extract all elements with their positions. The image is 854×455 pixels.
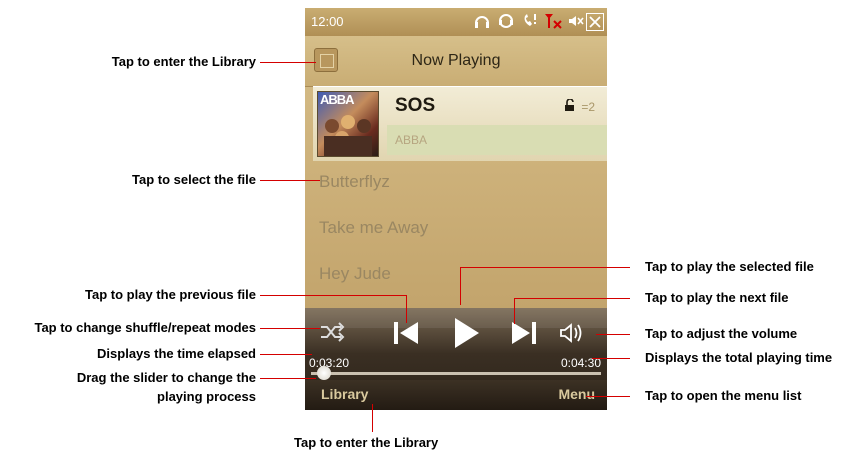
library-softkey[interactable]: Library: [321, 386, 368, 402]
callout-line: [260, 180, 320, 181]
softkey-bar: Library Menu: [305, 380, 607, 410]
callout-line: [260, 328, 320, 329]
album-art: ABBA: [317, 91, 379, 157]
playback-controls: 0:03:20 0:04:30 Library Menu: [305, 308, 607, 410]
callout-previous: Tap to play the previous file: [85, 287, 256, 302]
progress-track[interactable]: [311, 372, 601, 375]
close-icon[interactable]: [586, 13, 604, 31]
song-title: SOS: [395, 95, 436, 116]
callout-next: Tap to play the next file: [645, 290, 789, 305]
title-bar: Now Playing: [305, 36, 607, 87]
callout-line: [260, 295, 406, 296]
no-signal-icon: [543, 12, 562, 30]
mute-icon: [567, 12, 585, 30]
callout-slider-line2: playing process: [157, 389, 256, 404]
headset-icon: [497, 12, 515, 30]
callout-line: [592, 358, 630, 359]
callout-line: [586, 396, 630, 397]
callout-shuffle: Tap to change shuffle/repeat modes: [34, 320, 256, 335]
callout-line: [460, 267, 630, 268]
phone-screen: 12:00 Now Playing ABBA SOS ABBA =2 Butte…: [305, 8, 607, 410]
current-track[interactable]: ABBA SOS ABBA =2: [313, 86, 607, 161]
play-button[interactable]: [451, 316, 481, 355]
lock-icon: [564, 98, 581, 114]
callout-elapsed: Displays the time elapsed: [97, 346, 256, 361]
page-title: Now Playing: [411, 52, 501, 69]
callout-slider-line1: Drag the slider to change the: [76, 370, 256, 385]
callout-play: Tap to play the selected file: [645, 259, 814, 274]
phone-icon: [521, 12, 539, 30]
clock: 12:00: [311, 14, 344, 29]
playlist-item[interactable]: Butterflyz: [319, 172, 390, 192]
callout-line: [260, 62, 316, 63]
callout-line: [260, 354, 312, 355]
playlist-item[interactable]: Hey Jude: [319, 264, 391, 284]
callout-line: [406, 295, 407, 323]
progress-slider-thumb[interactable]: [316, 366, 331, 380]
callout-line: [514, 298, 515, 324]
callout-library-icon: Tap to enter the Library: [111, 54, 256, 69]
lock-indicator: =2: [564, 98, 595, 114]
menu-softkey[interactable]: Menu: [558, 386, 595, 402]
callout-volume: Tap to adjust the volume: [645, 326, 798, 341]
callout-library-softkey: Tap to enter the Library: [294, 435, 439, 450]
lock-count: =2: [581, 100, 595, 114]
callout-select-file: Tap to select the file: [131, 172, 256, 187]
callout-line: [372, 404, 373, 432]
headphones-icon: [473, 12, 491, 30]
callout-line: [460, 267, 461, 305]
callout-line: [596, 334, 630, 335]
artist-name: ABBA: [395, 133, 428, 147]
volume-icon[interactable]: [559, 322, 585, 349]
previous-button[interactable]: [391, 318, 421, 353]
callout-line: [260, 378, 316, 379]
playlist-item[interactable]: Take me Away: [319, 218, 428, 238]
callout-line: [514, 298, 630, 299]
shuffle-icon[interactable]: [319, 322, 345, 347]
callout-menu: Tap to open the menu list: [645, 388, 802, 403]
callout-total: Displays the total playing time: [645, 350, 833, 365]
status-bar: 12:00: [305, 8, 607, 36]
